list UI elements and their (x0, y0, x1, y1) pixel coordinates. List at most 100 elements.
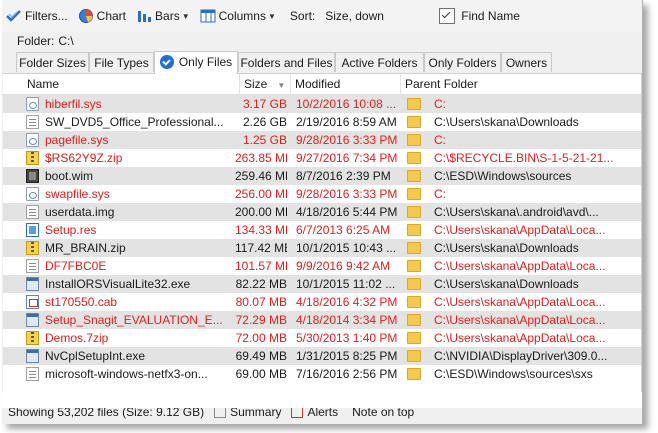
sort-select[interactable]: Size, down (325, 9, 433, 23)
document-icon (26, 367, 39, 381)
find-name-label: Find Name (461, 9, 520, 23)
filters-button[interactable]: Filters... (2, 5, 72, 27)
document-icon (26, 205, 39, 219)
parent-folder: C: (434, 187, 446, 201)
table-row[interactable]: st170550.cab 80.07 MB 4/18/2016 4:32 PM C:\… (3, 293, 641, 311)
file-name: $RS62Y9Z.zip (45, 151, 123, 165)
tab-file-types[interactable]: File Types (89, 52, 154, 72)
check-circle-icon (159, 55, 174, 69)
table-row[interactable]: swapfile.sys 256.00 MB 9/28/2016 3:33 PM C: (3, 185, 641, 203)
file-modified: 4/18/2016 5:44 PM (296, 205, 398, 219)
document-icon (26, 259, 39, 273)
find-name-toggle[interactable]: Find Name (439, 8, 520, 24)
file-modified: 9/28/2016 3:33 PM (296, 133, 398, 147)
file-rows: hiberfil.sys 3.17 GB 10/2/2016 10:08 ... C:… (3, 95, 641, 383)
parent-folder: C:\Users\skana\AppData\Loca... (434, 259, 606, 273)
table-row[interactable]: $RS62Y9Z.zip 263.85 MB 9/27/2016 7:34 PM C:… (3, 149, 641, 167)
folder-icon (407, 332, 421, 344)
cab-icon (26, 295, 39, 309)
file-modified: 9/9/2016 9:42 AM (296, 259, 391, 273)
parent-folder: C: (434, 133, 446, 147)
folder-path: C:\ (58, 34, 74, 48)
table-row[interactable]: SW_DVD5_Office_Professional... 2.26 GB 2/1… (3, 113, 641, 131)
parent-folder: C:\Users\skana\AppData\Loca... (434, 223, 606, 237)
find-name-checkbox[interactable] (439, 8, 456, 24)
column-modified-label: Modified (295, 77, 341, 91)
file-name: MR_BRAIN.zip (45, 241, 126, 255)
wim-icon (26, 169, 39, 183)
app-window: Filters... Chart Bars ▼ Columns ▼ Sort: … (2, 0, 643, 424)
file-modified: 4/18/2016 4:32 PM (296, 295, 398, 309)
file-size: 259.46 MB (235, 169, 287, 183)
table-row[interactable]: pagefile.sys 1.25 GB 9/28/2016 3:33 PM C: (3, 131, 641, 149)
file-modified: 9/27/2016 7:34 PM (296, 151, 398, 165)
table-row[interactable]: Setup_Snagit_EVALUATION_E... 72.29 MB 4/18… (3, 311, 641, 329)
file-size: 72.29 MB (235, 313, 287, 327)
file-name: swapfile.sys (45, 187, 110, 201)
file-name: Setup.res (45, 223, 97, 237)
folder-icon (407, 314, 421, 326)
tab-folder-sizes[interactable]: Folder Sizes (16, 52, 89, 72)
file-size: 256.00 MB (235, 187, 287, 201)
folder-path-bar: Folder: C:\ (2, 33, 642, 49)
folder-icon (407, 350, 421, 362)
sys-file-icon (26, 97, 39, 111)
column-header-parent-folder[interactable]: Parent Folder (401, 74, 641, 94)
parent-folder: C:\Users\skana\AppData\Loca... (434, 313, 606, 327)
file-name: st170550.cab (45, 295, 118, 309)
file-modified: 10/1/2015 11:02 ... (296, 277, 396, 291)
table-row[interactable]: hiberfil.sys 3.17 GB 10/2/2016 10:08 ... C: (3, 95, 641, 113)
column-header-modified[interactable]: Modified (291, 74, 401, 94)
file-modified: 5/30/2013 1:40 PM (296, 331, 398, 345)
grid-right-border (641, 74, 642, 396)
parent-folder: C: (434, 97, 446, 111)
bars-dropdown-icon: ▼ (181, 11, 190, 21)
table-row[interactable]: Setup.res 134.33 MB 6/7/2013 6:25 AM C:\Use… (3, 221, 641, 239)
tab-folders-and-files[interactable]: Folders and Files (238, 52, 335, 72)
file-name: NvCplSetupInt.exe (45, 349, 146, 363)
tab-only-folders[interactable]: Only Folders (424, 52, 501, 72)
column-size-label: Size (244, 77, 268, 91)
tab-active-folders[interactable]: Active Folders (335, 52, 424, 72)
column-parent-label: Parent Folder (405, 77, 478, 91)
file-size: 82.22 MB (235, 277, 287, 291)
file-size: 1.25 GB (242, 133, 287, 147)
exe-icon (26, 349, 39, 363)
bars-button[interactable]: Bars ▼ (132, 5, 194, 27)
file-name: DF7FBC0E (45, 259, 107, 273)
file-modified: 1/31/2015 8:25 PM (296, 349, 398, 363)
toolbar: Filters... Chart Bars ▼ Columns ▼ Sort: … (2, 0, 642, 32)
columns-icon (200, 8, 216, 24)
file-size: 117.42 MB (235, 241, 287, 255)
folder-icon (407, 98, 421, 110)
pie-chart-icon (78, 8, 94, 24)
file-name: pagefile.sys (45, 133, 109, 147)
tab-only-files[interactable]: Only Files (154, 51, 238, 74)
tab-label: Folders and Files (240, 56, 333, 70)
sys-file-icon (26, 187, 39, 201)
table-row[interactable]: Demos.7zip 72.00 MB 5/30/2013 1:40 PM C:\Us… (3, 329, 641, 347)
table-row[interactable]: NvCplSetupInt.exe 69.49 MB 1/31/2015 8:25 … (3, 347, 641, 365)
resource-icon (26, 223, 39, 237)
table-row[interactable]: microsoft-windows-netfx3-on... 69.00 MB 7/… (3, 365, 641, 383)
table-row[interactable]: DF7FBC0E 101.57 MB 9/9/2016 9:42 AM C:\User… (3, 257, 641, 275)
file-modified: 7/16/2016 2:56 PM (296, 367, 398, 381)
chart-label: Chart (96, 9, 127, 23)
column-header-size[interactable]: Size ▼ (240, 74, 291, 94)
file-size: 2.26 GB (242, 115, 287, 129)
columns-button[interactable]: Columns ▼ (196, 5, 280, 27)
column-header-name[interactable]: Name (3, 74, 240, 94)
exe-icon (26, 277, 39, 291)
table-row[interactable]: userdata.img 200.00 MB 4/18/2016 5:44 PM C:… (3, 203, 641, 221)
table-row[interactable]: boot.wim 259.46 MB 8/7/2016 2:39 PM C:\ESD\… (3, 167, 641, 185)
table-row[interactable]: MR_BRAIN.zip 117.42 MB 10/1/2015 10:43 ...… (3, 239, 641, 257)
tab-label: Owners (505, 56, 548, 70)
file-modified: 8/7/2016 2:39 PM (296, 169, 391, 183)
parent-folder: C:\Users\skana\Downloads (434, 277, 579, 291)
chart-button[interactable]: Chart (74, 5, 130, 27)
tab-label: Active Folders (341, 56, 418, 70)
tab-owners[interactable]: Owners (501, 52, 552, 72)
file-modified: 10/1/2015 10:43 ... (296, 241, 397, 255)
table-row[interactable]: InstallORSVisualLite32.exe 82.22 MB 10/1/2… (3, 275, 641, 293)
file-size: 3.17 GB (242, 97, 287, 111)
